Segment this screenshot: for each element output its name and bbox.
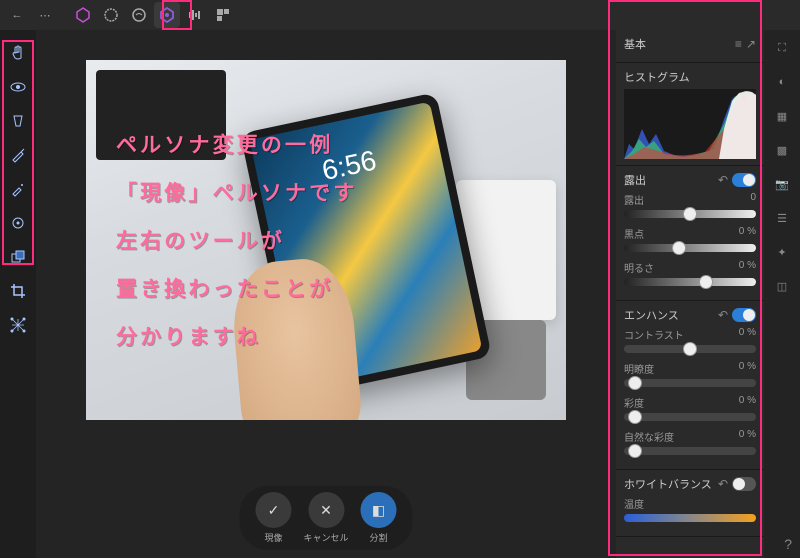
slider-contrast[interactable]: コントラスト 0 % [624,327,756,353]
split-icon: ◧ [361,492,397,528]
brush-tool-icon[interactable] [7,144,29,166]
panel-enhance: エンハンス ↶ コントラスト 0 % 明瞭度 0 % 彩度 0 % 自然な彩度 0 % [616,301,764,470]
hand-tool-icon[interactable] [7,42,29,64]
slider-label: 黒点 [624,226,644,241]
right-icon-strip: ⛶ ◐ ▦ ▩ 📷 ☰ ✦ ◫ [764,30,800,558]
slider-vibrance[interactable]: 自然な彩度 0 % [624,429,756,455]
develop-label: 現像 [264,531,282,544]
slider-clarity[interactable]: 明瞭度 0 % [624,361,756,387]
slider-saturation[interactable]: 彩度 0 % [624,395,756,421]
help-button[interactable]: ? [784,536,792,552]
slider-value: 0 % [739,361,756,376]
undo-icon[interactable]: ↶ [718,308,728,322]
wb-title: ホワイトバランス [624,476,712,492]
persona-photo-icon[interactable] [70,2,96,28]
photo-monitor [96,70,226,160]
slider-value: 0 % [739,226,756,241]
check-icon: ✓ [255,492,291,528]
persona-tonemap-icon[interactable] [182,2,208,28]
histogram-graph[interactable] [624,89,756,159]
sliders-icon[interactable]: ≡ [735,37,742,51]
left-toolbar [0,30,36,558]
slider-label: 明瞭度 [624,361,654,376]
overlay-icon[interactable]: ◫ [772,276,792,296]
persona-develop-icon[interactable] [154,2,180,28]
persona-liquify-icon[interactable] [126,2,152,28]
undo-icon[interactable]: ↶ [718,173,728,187]
expand-panel-icon[interactable]: ⛶ [772,38,792,58]
slider-label: 露出 [624,192,644,207]
back-button[interactable]: ← [4,2,30,28]
slider-value: 0 % [739,327,756,342]
slider-label: 温度 [624,496,644,511]
slider-label: 自然な彩度 [624,429,674,444]
slider-temperature[interactable]: 温度 [624,496,756,522]
exposure-toggle[interactable] [732,173,756,187]
camera-icon[interactable]: 📷 [772,174,792,194]
blemish-tool-icon[interactable] [7,212,29,234]
panel-histogram: ヒストグラム [616,63,764,166]
swatch-icon[interactable]: ▦ [772,106,792,126]
panel-exposure: 露出 ↶ 露出 0 黒点 0 % 明るさ 0 % [616,166,764,301]
enhance-title: エンハンス [624,307,679,323]
mesh-tool-icon[interactable] [7,314,29,336]
expand-icon[interactable]: ↗ [746,37,756,51]
undo-icon[interactable]: ↶ [718,477,728,491]
close-icon: ✕ [308,492,344,528]
persona-export-icon[interactable] [210,2,236,28]
slider-value: 0 % [739,260,756,275]
view-tool-icon[interactable] [7,76,29,98]
cancel-button[interactable]: ✕ キャンセル [303,492,348,544]
slider-value: 0 % [739,429,756,444]
redeye-tool-icon[interactable] [7,110,29,132]
slider-value: 0 % [739,395,756,410]
panel-basic-title: 基本 [624,36,646,52]
split-button[interactable]: ◧ 分割 [361,492,397,544]
develop-action-bar: ✓ 現像 ✕ キャンセル ◧ 分割 [239,486,412,550]
panel-basic: 基本 ≡ ↗ [616,30,764,63]
slider-value: 0 [750,192,756,207]
split-label: 分割 [369,531,387,544]
wb-toggle[interactable] [732,477,756,491]
layers-icon[interactable]: ☰ [772,208,792,228]
slider-brightness[interactable]: 明るさ 0 % [624,260,756,286]
overlay-tool-icon[interactable] [7,246,29,268]
panel-whitebalance: ホワイトバランス ↶ 温度 [616,470,764,537]
main-row: 6:56 ペルソナ変更の一例 「現像」ペルソナです 左右のツールが 置き換わった… [0,30,800,558]
top-toolbar: ← ⋯ [0,0,800,30]
exposure-title: 露出 [624,172,646,188]
slider-label: コントラスト [624,327,684,342]
enhance-toggle[interactable] [732,308,756,322]
photo-ipad-time: 6:56 [256,131,443,201]
histogram-title: ヒストグラム [624,69,690,85]
clone-tool-icon[interactable] [7,178,29,200]
cancel-label: キャンセル [303,531,348,544]
grid-icon[interactable]: ▩ [772,140,792,160]
slider-exposure[interactable]: 露出 0 [624,192,756,218]
crop-tool-icon[interactable] [7,280,29,302]
persona-gear-icon[interactable] [98,2,124,28]
right-panel: 基本 ≡ ↗ ヒストグラム 露出 [616,30,764,558]
slider-blackpoint[interactable]: 黒点 0 % [624,226,756,252]
more-button[interactable]: ⋯ [32,2,58,28]
canvas-area[interactable]: 6:56 ペルソナ変更の一例 「現像」ペルソナです 左右のツールが 置き換わった… [36,30,616,558]
nav-icon[interactable]: ✦ [772,242,792,262]
slider-label: 彩度 [624,395,644,410]
develop-button[interactable]: ✓ 現像 [255,492,291,544]
slider-label: 明るさ [624,260,654,275]
photo-preview: 6:56 ペルソナ変更の一例 「現像」ペルソナです 左右のツールが 置き換わった… [86,60,566,420]
loupe-icon[interactable]: ◐ [772,72,792,92]
